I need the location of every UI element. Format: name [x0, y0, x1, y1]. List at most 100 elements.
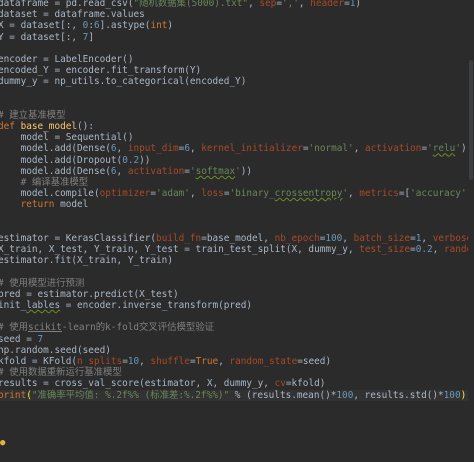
code-line[interactable]: model.add(Dropout(0.2)) [0, 155, 474, 166]
code-token: , [421, 232, 433, 244]
code-token: 100 [443, 389, 461, 401]
code-line[interactable]: dataset = dataframe.values [0, 9, 474, 20]
code-token: 'normal' [308, 143, 354, 155]
code-token: model.compile( [0, 188, 100, 200]
code-line[interactable]: def base_model(): [0, 121, 474, 132]
code-line[interactable]: dataframe = pd.read_csv("随机数据集(5000).txt… [0, 0, 474, 9]
code-token: , [342, 232, 354, 244]
code-line[interactable]: np.random.seed(seed) [0, 345, 474, 356]
scrollbar-thumb[interactable] [469, 60, 473, 180]
code-token: ',' [281, 0, 299, 9]
code-token: 'adam' [156, 188, 190, 200]
code-line[interactable] [0, 222, 474, 233]
code-token: encoded_Y = encoder.fit_transform(Y) [0, 65, 202, 77]
code-token: = encoder.inverse_transform(pred) [60, 300, 253, 312]
code-token: , results.std()* [353, 389, 444, 401]
code-token: dataframe = pd.read_csv( [0, 0, 134, 9]
code-token: softmax [195, 165, 236, 177]
code-token: =[ [398, 188, 411, 200]
code-line[interactable] [0, 99, 474, 110]
code-token: random_state [229, 356, 298, 367]
code-line[interactable] [0, 88, 474, 99]
code-token: 0.2 [122, 154, 140, 166]
code-token: model.add(Dense( [0, 143, 111, 155]
code-line[interactable] [0, 211, 474, 222]
code-line[interactable]: encoder = LabelEncoder() [0, 54, 474, 65]
code-line[interactable] [0, 311, 474, 322]
code-token: kernel_initializer [201, 143, 303, 155]
code-token: )) [139, 154, 151, 166]
code-line[interactable]: dummy_y = np_utils.to_categorical(encode… [0, 76, 474, 87]
code-token: relu [432, 143, 456, 155]
code-token: ].astype( [99, 20, 151, 32]
code-token: # 使用 [0, 322, 29, 334]
code-token: , [348, 188, 360, 200]
code-token: def [0, 121, 21, 133]
code-line[interactable]: print("准确率平均值: %.2f%% (标准差:%.2f%%)" % (r… [0, 389, 474, 401]
code-token: , [116, 165, 128, 177]
code-line[interactable]: results = cross_val_score(estimator, X, … [0, 378, 474, 389]
code-line[interactable]: # 使用模型进行预测 [0, 278, 474, 289]
code-line[interactable]: model.add(Dense(6, input_dim=6, kernel_i… [0, 143, 474, 154]
code-token: build_fn [156, 232, 202, 244]
code-line[interactable]: Y = dataset[:, 7] [0, 32, 474, 43]
code-token: pred = estimator.predict(X_test) [0, 288, 179, 300]
code-token: % (results.mean()* [229, 389, 337, 401]
code-line[interactable]: # 使用数据重新运行基准模型 [0, 367, 474, 378]
code-line[interactable] [0, 267, 474, 278]
code-token: =base_model, [201, 232, 275, 244]
code-line[interactable]: init_lables = encoder.inverse_transform(… [0, 300, 474, 311]
code-token: np.random.seed(seed) [0, 344, 111, 356]
code-line[interactable] [0, 43, 474, 54]
code-token: , [432, 244, 444, 256]
code-line[interactable]: encoded_Y = encoder.fit_transform(Y) [0, 65, 474, 76]
code-line[interactable]: # 编译基准模型 [0, 177, 474, 188]
code-token: sep [259, 0, 277, 9]
code-token: , [248, 0, 260, 9]
code-token: 'accuracy' [410, 188, 467, 200]
code-token: n_splits [77, 356, 123, 367]
code-token: model = Sequential() [0, 132, 134, 144]
code-editor[interactable]: dataframe = pd.read_csv("随机数据集(5000).txt… [0, 0, 474, 462]
code-token: loss [201, 188, 224, 200]
code-line[interactable]: pred = estimator.predict(X_test) [0, 289, 474, 300]
code-line[interactable]: seed = 7 [0, 334, 474, 345]
code-token: model.add(Dense( [0, 165, 111, 177]
code-token: kfold = KFold( [0, 356, 78, 367]
code-token: 10 [127, 356, 140, 367]
code-line[interactable]: # 建立基准模型 [0, 110, 474, 121]
code-token: # 编译基准模型 [0, 177, 89, 188]
code-body[interactable]: dataframe = pd.read_csv("随机数据集(5000).txt… [0, 0, 474, 401]
code-token: input_dim [127, 143, 179, 155]
code-line[interactable]: estimator = KerasClassifier(build_fn=bas… [0, 233, 474, 244]
code-token: # 建立基准模型 [0, 109, 66, 121]
lightbulb-icon[interactable]: ● [0, 438, 8, 448]
code-token: estimator.fit(X_train, Y_train) [0, 255, 173, 267]
code-line[interactable]: model.add(Dense(6, activation='softmax')… [0, 166, 474, 177]
vertical-scrollbar[interactable] [468, 0, 474, 462]
code-token: results = cross_val_score(estimator, X, … [0, 378, 275, 390]
code-token: 100 [325, 232, 343, 244]
code-token: crossentropy [274, 188, 343, 200]
code-token: int [150, 20, 168, 32]
code-token: ) [355, 0, 362, 9]
code-line[interactable]: X = dataset[:, 0:6].astype(int) [0, 20, 474, 31]
code-token: =kfold) [285, 378, 326, 390]
code-line[interactable]: kfold = KFold(n_splits=10, shuffle=True,… [0, 356, 474, 367]
code-line[interactable]: estimator.fit(X_train, Y_train) [0, 255, 474, 266]
code-token: verbose [432, 232, 473, 244]
code-token: , [116, 143, 128, 155]
code-line[interactable]: model = Sequential() [0, 132, 474, 143]
code-token: ] [88, 31, 94, 43]
code-token: 7 [37, 333, 44, 345]
code-token: seed = [0, 333, 38, 345]
code-line[interactable]: # 使用scikit-learn的k-fold交叉评估模型验证 [0, 322, 474, 333]
code-line[interactable]: model.compile(optimizer='adam', loss='bi… [0, 188, 474, 199]
code-token: shuffle [150, 356, 190, 367]
code-token: dataset = dataframe.values [0, 9, 145, 21]
code-line[interactable]: return model [0, 199, 474, 210]
code-token: header [310, 0, 345, 9]
code-line[interactable]: X_train, X_test, Y_train, Y_test = train… [0, 244, 474, 255]
code-token: True [195, 356, 219, 367]
